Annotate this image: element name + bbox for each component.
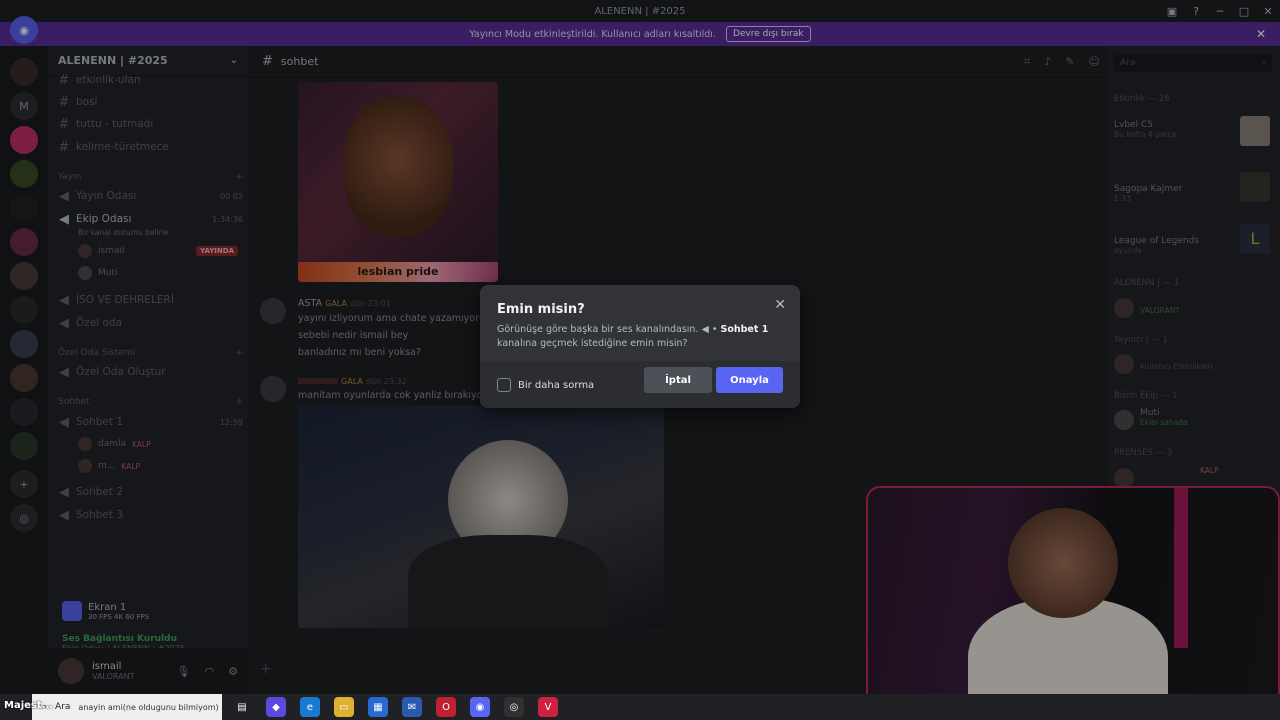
stream-ticker: Majest... [4, 700, 54, 711]
dialog-text: Görünüşe göre başka bir ses kanalındasın… [497, 324, 699, 335]
opera-icon[interactable]: O [436, 697, 456, 717]
copilot-icon[interactable]: ◆ [266, 697, 286, 717]
store-icon[interactable]: ▦ [368, 697, 388, 717]
dialog-text: kanalına geçmek istediğine emin misin? [497, 338, 688, 349]
dialog-body: Görünüşe göre başka bir ses kanalındasın… [497, 324, 769, 349]
cancel-button[interactable]: İptal [644, 367, 712, 393]
close-icon[interactable]: ✕ [774, 297, 786, 313]
dont-ask-again-checkbox[interactable]: Bir daha sorma [497, 378, 594, 392]
dialog-title: Emin misin? [497, 302, 585, 317]
search-placeholder: Ara [55, 702, 71, 712]
app-icon[interactable]: V [538, 697, 558, 717]
channel-name: Sohbet 1 [720, 324, 769, 335]
checkbox-box[interactable] [497, 378, 511, 392]
taskbar: ⌕ Ara anayin ami(ne oldugunu bilmiyom) M… [0, 694, 1280, 720]
discord-icon[interactable]: ◉ [470, 697, 490, 717]
folder-icon[interactable]: ▭ [334, 697, 354, 717]
speaker-icon: ◀ [701, 324, 709, 335]
obs-icon[interactable]: ◎ [504, 697, 524, 717]
edge-icon[interactable]: e [300, 697, 320, 717]
mail-icon[interactable]: ✉ [402, 697, 422, 717]
task-view-icon[interactable]: ▤ [232, 697, 252, 717]
checkbox-label: Bir daha sorma [518, 379, 595, 391]
confirm-button[interactable]: Onayla [716, 367, 783, 393]
taskbar-search[interactable]: ⌕ Ara anayin ami(ne oldugunu bilmiyom) [32, 694, 222, 720]
now-playing: anayin ami(ne oldugunu bilmiyom) [78, 702, 219, 712]
confirm-switch-dialog: Emin misin? ✕ Görünüşe göre başka bir se… [480, 285, 800, 408]
dialog-footer: Bir daha sorma İptal Onayla [480, 361, 800, 408]
